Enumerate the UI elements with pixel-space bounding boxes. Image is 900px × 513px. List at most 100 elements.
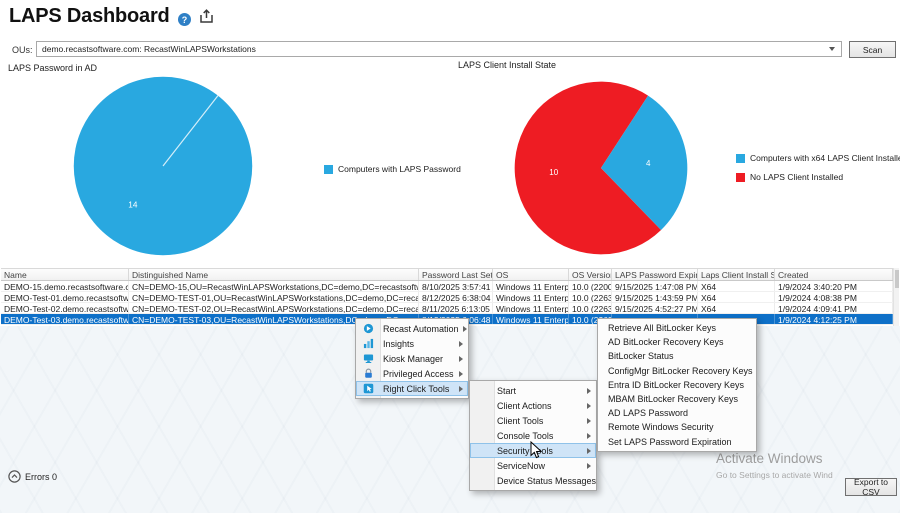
table-cell: Windows 11 Enterprise <box>493 281 569 291</box>
submenu-arrow-icon <box>587 388 591 394</box>
legend-label: No LAPS Client Installed <box>750 172 843 182</box>
svg-text:14: 14 <box>128 200 138 209</box>
menu-item-label: Client Tools <box>494 416 583 426</box>
menu-item-label: AD LAPS Password <box>605 408 751 418</box>
chevron-up-circle-icon[interactable] <box>8 470 21 483</box>
page-title: LAPS Dashboard <box>9 5 170 28</box>
table-header-row: NameDistinguished NamePassword Last SetO… <box>1 268 894 281</box>
computers-table: NameDistinguished NamePassword Last SetO… <box>1 268 894 325</box>
menu-item-label: Privileged Access <box>380 369 455 379</box>
submenu-arrow-icon <box>463 326 467 332</box>
mouse-cursor-icon <box>530 441 542 464</box>
column-header[interactable]: Name <box>1 269 129 280</box>
menu-item[interactable]: Remote Windows Security <box>598 420 756 434</box>
menu-item[interactable]: Start <box>470 383 596 398</box>
table-cell: 10.0 (22631) <box>569 292 612 302</box>
column-header[interactable]: Laps Client Install State <box>698 269 775 280</box>
table-cell: 8/11/2025 6:13:05 PM <box>419 303 493 313</box>
security-tools-submenu: Retrieve All BitLocker Keys AD BitLocker … <box>597 318 757 452</box>
menu-item[interactable]: Client Actions <box>470 398 596 413</box>
column-header[interactable]: OS <box>493 269 569 280</box>
menu-item[interactable]: Insights <box>356 336 468 351</box>
table-cell: Windows 11 Enterprise <box>493 292 569 302</box>
column-header[interactable]: Created <box>775 269 893 280</box>
table-cell: 8/10/2025 3:57:41 AM <box>419 281 493 291</box>
chevron-down-icon <box>829 47 835 51</box>
legend-client-install: Computers with x64 LAPS Client Installed… <box>736 153 900 191</box>
legend-item: Computers with x64 LAPS Client Installed <box>736 153 900 163</box>
menu-item[interactable]: Client Tools <box>470 413 596 428</box>
table-cell: DEMO-15.demo.recastsoftware.com <box>1 281 129 291</box>
menu-item[interactable]: Device Status Messages <box>470 473 596 488</box>
table-cell: 8/12/2025 6:38:04 PM <box>419 292 493 302</box>
menu-item-label: Retrieve All BitLocker Keys <box>605 323 751 333</box>
menu-item-label: Insights <box>380 339 455 349</box>
legend-item: Computers with LAPS Password <box>324 164 461 174</box>
column-header[interactable]: Password Last Set <box>419 269 493 280</box>
table-row[interactable]: DEMO-Test-01.demo.recastsoftware.comCN=D… <box>1 292 894 303</box>
table-cell: 9/15/2025 1:43:59 PM <box>612 292 698 302</box>
submenu-arrow-icon <box>587 448 591 454</box>
svg-text:4: 4 <box>646 159 651 168</box>
menu-item[interactable]: BitLocker Status <box>598 349 756 363</box>
export-to-csv-button[interactable]: Export to CSV <box>845 478 897 496</box>
table-cell: DEMO-Test-03.demo.recastsoftware.com <box>1 314 129 324</box>
scrollbar-thumb[interactable] <box>895 270 899 288</box>
right-click-tools-icon <box>356 383 380 394</box>
activate-windows-watermark-sub: Go to Settings to activate Wind <box>716 470 833 480</box>
column-header[interactable]: LAPS Password Expiration <box>612 269 698 280</box>
context-menu: Recast Automation Insights Kiosk Manager Pr… <box>355 318 469 399</box>
menu-item-label: Set LAPS Password Expiration <box>605 437 751 447</box>
legend-label: Computers with LAPS Password <box>338 164 461 174</box>
table-scrollbar[interactable] <box>893 268 899 326</box>
table-row[interactable]: DEMO-Test-02.demo.recastsoftware.comCN=D… <box>1 303 894 314</box>
column-header[interactable]: OS Version <box>569 269 612 280</box>
column-header[interactable]: Distinguished Name <box>129 269 419 280</box>
laps-dashboard-window: LAPS Dashboard ? OUs: demo.recastsoftwar… <box>0 0 900 513</box>
menu-item[interactable]: Set LAPS Password Expiration <box>598 435 756 449</box>
menu-item-label: BitLocker Status <box>605 351 751 361</box>
table-cell: CN=DEMO-TEST-02,OU=RecastWinLAPSWorkstat… <box>129 303 419 313</box>
menu-item-label: Right Click Tools <box>380 384 455 394</box>
table-cell: 1/9/2024 4:09:41 PM <box>775 303 893 313</box>
scan-button[interactable]: Scan <box>849 41 896 58</box>
menu-item[interactable]: Right Click Tools <box>356 381 468 396</box>
submenu-arrow-icon <box>459 341 463 347</box>
menu-item-label: Device Status Messages <box>494 476 596 486</box>
table-cell: 10.0 (22000) <box>569 281 612 291</box>
menu-item[interactable]: AD LAPS Password <box>598 406 756 420</box>
menu-item[interactable]: ConfigMgr BitLocker Recovery Keys <box>598 364 756 378</box>
table-cell: 1/9/2024 4:12:25 PM <box>775 314 893 324</box>
kiosk-manager-icon <box>356 353 380 364</box>
menu-item-label: Recast Automation <box>380 324 459 334</box>
menu-item[interactable]: Privileged Access <box>356 366 468 381</box>
table-cell: 9/15/2025 1:47:08 PM <box>612 281 698 291</box>
table-row[interactable]: DEMO-15.demo.recastsoftware.comCN=DEMO-1… <box>1 281 894 292</box>
insights-icon <box>356 338 380 349</box>
menu-item-label: Remote Windows Security <box>605 422 751 432</box>
menu-item[interactable]: Retrieve All BitLocker Keys <box>598 321 756 335</box>
menu-item[interactable]: Entra ID BitLocker Recovery Keys <box>598 378 756 392</box>
menu-item-label: Kiosk Manager <box>380 354 455 364</box>
menu-item[interactable]: Kiosk Manager <box>356 351 468 366</box>
table-cell: Windows 11 Enterprise <box>493 303 569 313</box>
activate-windows-watermark: Activate Windows <box>716 451 823 466</box>
help-icon[interactable]: ? <box>178 13 191 26</box>
menu-item-label: Console Tools <box>494 431 583 441</box>
menu-item[interactable]: Recast Automation <box>356 321 468 336</box>
ou-combobox-value: demo.recastsoftware.com: RecastWinLAPSWo… <box>37 44 829 54</box>
menu-item[interactable]: MBAM BitLocker Recovery Keys <box>598 392 756 406</box>
chart-title-client-install: LAPS Client Install State <box>458 60 556 70</box>
svg-text:10: 10 <box>549 168 558 177</box>
ous-label: OUs: <box>12 45 33 55</box>
legend-item: No LAPS Client Installed <box>736 172 900 182</box>
ou-combobox[interactable]: demo.recastsoftware.com: RecastWinLAPSWo… <box>36 41 842 57</box>
submenu-arrow-icon <box>459 386 463 392</box>
table-cell: CN=DEMO-15,OU=RecastWinLAPSWorkstations,… <box>129 281 419 291</box>
menu-item[interactable]: AD BitLocker Recovery Keys <box>598 335 756 349</box>
legend-label: Computers with x64 LAPS Client Installed <box>750 153 900 163</box>
legend-swatch <box>324 165 333 174</box>
legend-swatch <box>736 154 745 163</box>
submenu-arrow-icon <box>587 463 591 469</box>
popout-icon[interactable] <box>198 8 215 25</box>
